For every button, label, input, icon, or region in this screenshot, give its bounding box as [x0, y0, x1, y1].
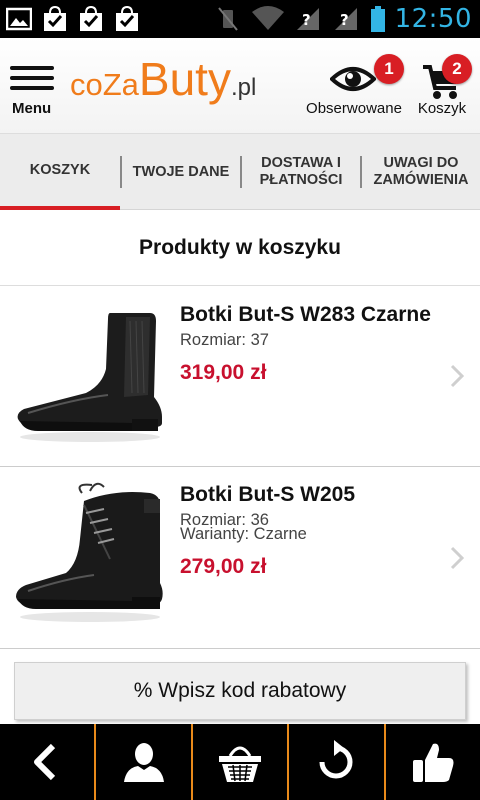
product-image-lace-up-boot — [16, 482, 163, 622]
product-variant: Warianty: Czarne — [180, 525, 307, 543]
thumbs-up-icon — [412, 743, 454, 782]
shopping-bag-check-icon — [80, 6, 102, 31]
logo-text-buty: Buty — [138, 53, 231, 105]
product-price: 279,00 zł — [180, 555, 267, 578]
wifi-icon — [251, 6, 284, 30]
basket-icon — [219, 746, 262, 782]
bottom-navigation — [0, 724, 480, 800]
cart-product-item[interactable]: Botki But-S W283 Czarne Rozmiar: 37 319,… — [0, 287, 480, 467]
user-icon — [123, 743, 164, 782]
watchlist-label: Obserwowane — [306, 100, 402, 117]
tab-order-notes[interactable]: UWAGI DO ZAMÓWIENIA — [362, 134, 480, 210]
menu-button[interactable]: Menu — [8, 60, 58, 120]
logo-text-coza: coZa — [70, 67, 139, 102]
cart-count-badge: 2 — [442, 54, 472, 84]
back-button[interactable] — [0, 724, 94, 800]
tab-label: UWAGI DO ZAMÓWIENIA — [373, 155, 469, 188]
hamburger-icon — [10, 66, 54, 92]
product-size: Rozmiar: 37 — [180, 331, 269, 349]
tab-label: TWOJE DANE — [132, 163, 230, 180]
cart-button[interactable]: 2 Koszyk — [410, 48, 474, 128]
refresh-button[interactable] — [287, 724, 383, 800]
cart-label: Koszyk — [417, 100, 467, 117]
like-button[interactable] — [383, 724, 480, 800]
discount-code-label: % Wpisz kod rabatowy — [133, 679, 347, 702]
svg-text:?: ? — [340, 11, 349, 29]
cart-product-item[interactable]: Botki But-S W205 Rozmiar: 36 Warianty: C… — [0, 467, 480, 649]
watchlist-count-badge: 1 — [374, 54, 404, 84]
back-arrow-icon — [34, 743, 56, 781]
clock: 12:50 — [394, 4, 472, 34]
svg-text:?: ? — [302, 11, 311, 29]
logo[interactable]: coZaButy.pl — [70, 52, 256, 106]
tab-your-data[interactable]: TWOJE DANE — [122, 134, 240, 210]
status-bar: ? ? 12:50 — [0, 0, 480, 38]
cart-section-title: Produkty w koszyku — [0, 210, 480, 286]
image-notification-icon — [6, 7, 32, 31]
shopping-bag-check-icon — [44, 6, 66, 31]
checkout-steps: KOSZYK TWOJE DANE DOSTAWA I PŁATNOŚCI UW… — [0, 134, 480, 210]
product-name: Botki But-S W205 — [180, 483, 356, 506]
shopping-bag-check-icon — [116, 6, 138, 31]
watchlist-button[interactable]: 1 Obserwowane — [302, 48, 406, 128]
tab-label: DOSTAWA I PŁATNOŚCI — [259, 155, 343, 188]
logo-text-pl: .pl — [230, 74, 257, 101]
tab-delivery-payment[interactable]: DOSTAWA I PŁATNOŚCI — [242, 134, 360, 210]
product-price: 319,00 zł — [180, 361, 267, 384]
signal-unknown-icon: ? — [334, 8, 357, 30]
eye-icon — [330, 67, 376, 91]
menu-label: Menu — [12, 100, 52, 117]
account-button[interactable] — [94, 724, 190, 800]
signal-unknown-icon: ? — [296, 8, 319, 30]
product-name: Botki But-S W283 Czarne — [180, 303, 431, 326]
tab-cart[interactable]: KOSZYK — [0, 134, 120, 210]
vibrate-muted-icon — [217, 7, 238, 31]
system-icons: ? ? 12:50 — [215, 4, 472, 34]
chevron-right-icon — [450, 364, 464, 388]
product-image-ankle-boot — [17, 313, 162, 442]
chevron-right-icon — [450, 546, 464, 570]
basket-button[interactable] — [190, 724, 287, 800]
tab-label: KOSZYK — [29, 161, 91, 178]
discount-code-button[interactable]: % Wpisz kod rabatowy — [14, 662, 466, 720]
app-header: Menu coZaButy.pl 1 Obserwowane 2 Koszyk — [0, 38, 480, 134]
refresh-icon — [319, 740, 353, 779]
battery-icon — [370, 6, 385, 32]
notification-icons — [6, 6, 140, 32]
